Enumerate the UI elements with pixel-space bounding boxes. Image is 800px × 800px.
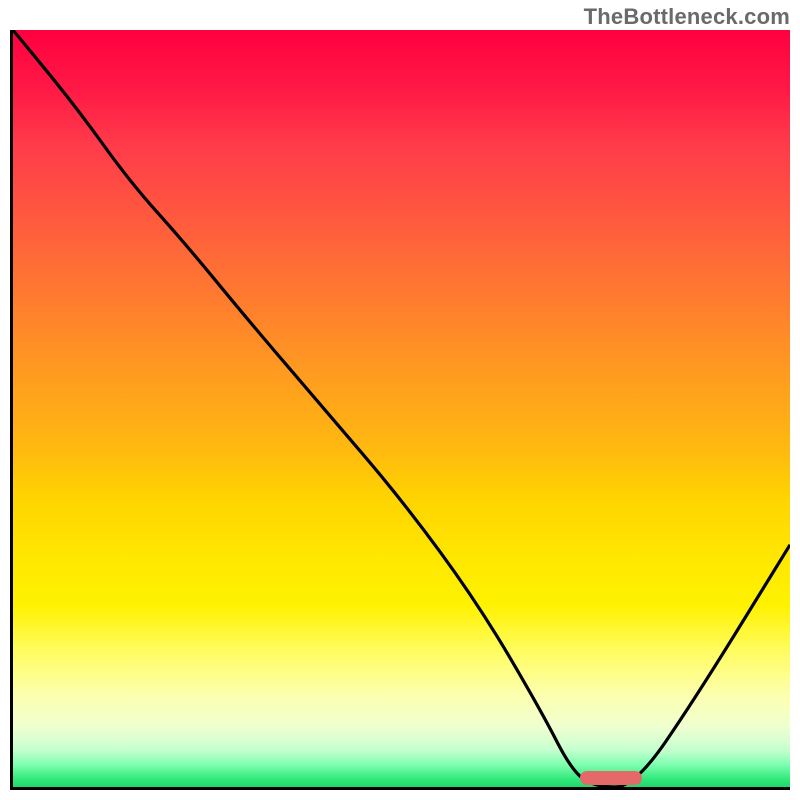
watermark-text: TheBottleneck.com — [584, 4, 790, 30]
chart-svg — [13, 30, 790, 787]
plot-area — [13, 30, 790, 787]
optimal-range-marker — [580, 771, 642, 785]
bottleneck-curve-path — [13, 30, 790, 787]
